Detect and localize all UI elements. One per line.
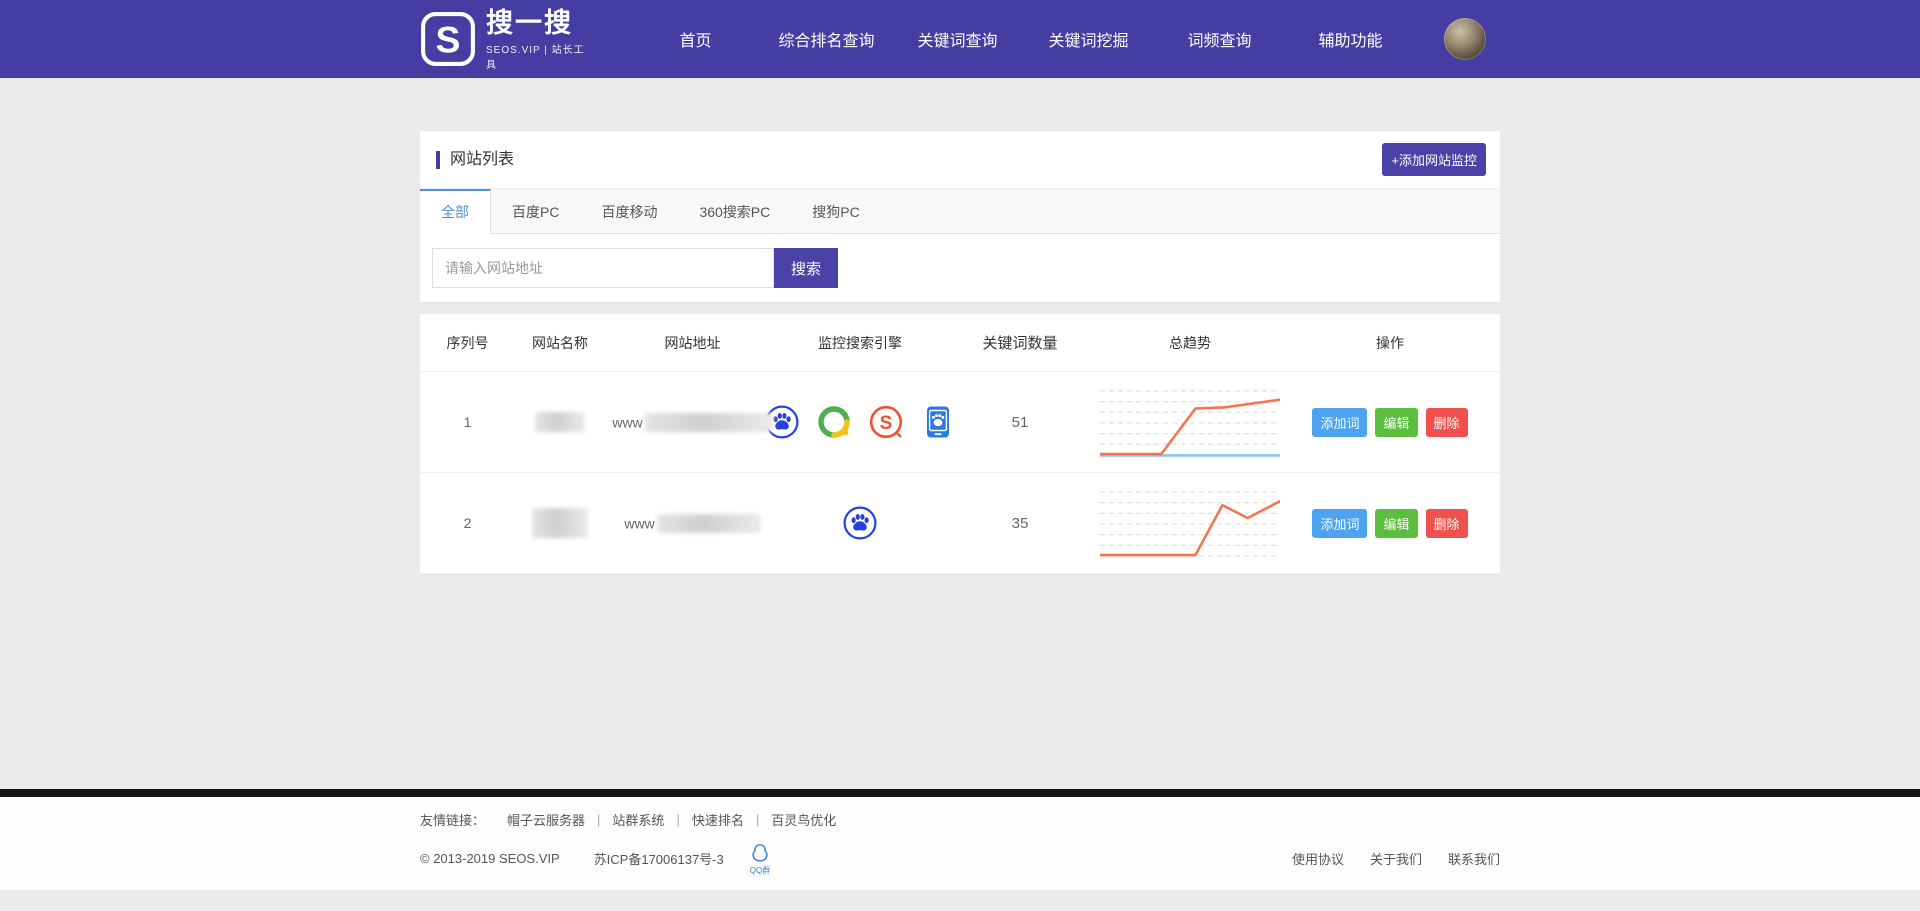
site-table: 序列号 网站名称 网站地址 监控搜索引擎 关键词数量 总趋势 操作 1 www … [420,314,1500,574]
nav-item-rank-query[interactable]: 综合排名查询 [761,27,892,51]
redacted-site-address [645,413,773,432]
col-site-address: 网站地址 [605,333,780,353]
friend-link[interactable]: 百灵鸟优化 [771,810,836,829]
redacted-site-name [532,508,588,538]
footer-link-about[interactable]: 关于我们 [1370,849,1422,868]
engine-icons [780,505,940,541]
main-nav: 首页 综合排名查询 关键词查询 关键词挖掘 词频查询 辅助功能 [630,27,1416,51]
delete-button[interactable]: 删除 [1426,408,1468,437]
redacted-site-address [657,514,761,533]
delete-button[interactable]: 删除 [1426,509,1468,538]
baidu-pc-icon [842,505,878,541]
nav-item-keyword-mining[interactable]: 关键词挖掘 [1023,27,1154,51]
qq-icon [750,843,770,866]
edit-button[interactable]: 编辑 [1375,408,1417,437]
table-row: 1 www S 51 添加词编辑删除 [420,372,1500,473]
nav-item-keyword-query[interactable]: 关键词查询 [892,27,1023,51]
trend-chart [1100,484,1280,560]
nav-item-word-frequency[interactable]: 词频查询 [1154,27,1285,51]
tab-baidu-mobile[interactable]: 百度移动 [580,189,678,233]
site-address-prefix: www [624,515,654,531]
add-word-button[interactable]: 添加词 [1312,408,1367,437]
site-subtitle: SEOS.VIP | 站长工具 [486,41,590,71]
nav-item-aux-tools[interactable]: 辅助功能 [1285,27,1416,51]
qq-group-link[interactable]: QQ群 [750,843,770,876]
footer-link-terms[interactable]: 使用协议 [1292,849,1344,868]
seos-logo-icon: S [420,11,476,67]
tab-all[interactable]: 全部 [420,189,491,234]
site-list-panel: 网站列表 +添加网站监控 全部 百度PC 百度移动 360搜索PC 搜狗PC 搜… [420,131,1500,302]
icp-number: 苏ICP备17006137号-3 [594,849,724,868]
col-engines: 监控搜索引擎 [780,333,940,353]
sogou-icon: S [868,404,904,440]
row-actions: 添加词编辑删除 [1280,408,1500,437]
keyword-count: 51 [940,414,1100,431]
svg-text:S: S [880,413,893,434]
edit-button[interactable]: 编辑 [1375,509,1417,538]
site-title: 搜一搜 [486,8,590,38]
col-site-name: 网站名称 [515,333,605,353]
page-title: 网站列表 [436,151,514,169]
site-address-prefix: www [612,414,642,430]
trend-chart [1100,383,1280,459]
table-row: 2 www 35 添加词编辑删除 [420,473,1500,574]
col-trend: 总趋势 [1100,333,1280,353]
search-button[interactable]: 搜索 [774,248,838,288]
add-site-monitor-button[interactable]: +添加网站监控 [1382,143,1486,176]
footer-link-contact[interactable]: 联系我们 [1448,849,1500,868]
keyword-count: 35 [940,515,1100,532]
user-avatar[interactable] [1444,18,1486,60]
footer: 友情链接： 帽子云服务器 | 站群系统 | 快速排名 | 百灵鸟优化 © 201… [0,789,1920,890]
friend-links-label: 友情链接： [420,810,485,829]
360-search-icon [816,404,852,440]
tab-baidu-pc[interactable]: 百度PC [491,189,580,233]
col-seq: 序列号 [420,333,515,353]
tab-sogou-pc[interactable]: 搜狗PC [791,189,880,233]
row-seq: 2 [420,515,515,531]
separator: | [664,812,691,827]
row-actions: 添加词编辑删除 [1280,509,1500,538]
add-word-button[interactable]: 添加词 [1312,509,1367,538]
col-actions: 操作 [1280,333,1500,353]
separator: | [585,812,612,827]
top-navbar: S 搜一搜 SEOS.VIP | 站长工具 首页 综合排名查询 关键词查询 关键… [0,0,1920,78]
qq-group-label: QQ群 [750,865,770,876]
engine-icons: S [780,404,940,440]
svg-text:S: S [436,18,461,60]
footer-divider [0,789,1920,797]
logo[interactable]: S 搜一搜 SEOS.VIP | 站长工具 [420,8,590,71]
site-address-input[interactable] [432,248,774,288]
copyright: © 2013-2019 SEOS.VIP [420,851,560,866]
engine-filter-tabs: 全部 百度PC 百度移动 360搜索PC 搜狗PC [420,188,1500,234]
friend-link[interactable]: 站群系统 [612,810,664,829]
col-keyword-count: 关键词数量 [940,332,1100,353]
friend-link[interactable]: 帽子云服务器 [507,810,585,829]
tab-360-pc[interactable]: 360搜索PC [678,189,791,233]
separator: | [744,812,771,827]
redacted-site-name [535,412,585,432]
friend-link[interactable]: 快速排名 [692,810,744,829]
row-seq: 1 [420,414,515,430]
table-header-row: 序列号 网站名称 网站地址 监控搜索引擎 关键词数量 总趋势 操作 [420,314,1500,372]
nav-item-home[interactable]: 首页 [630,27,761,51]
